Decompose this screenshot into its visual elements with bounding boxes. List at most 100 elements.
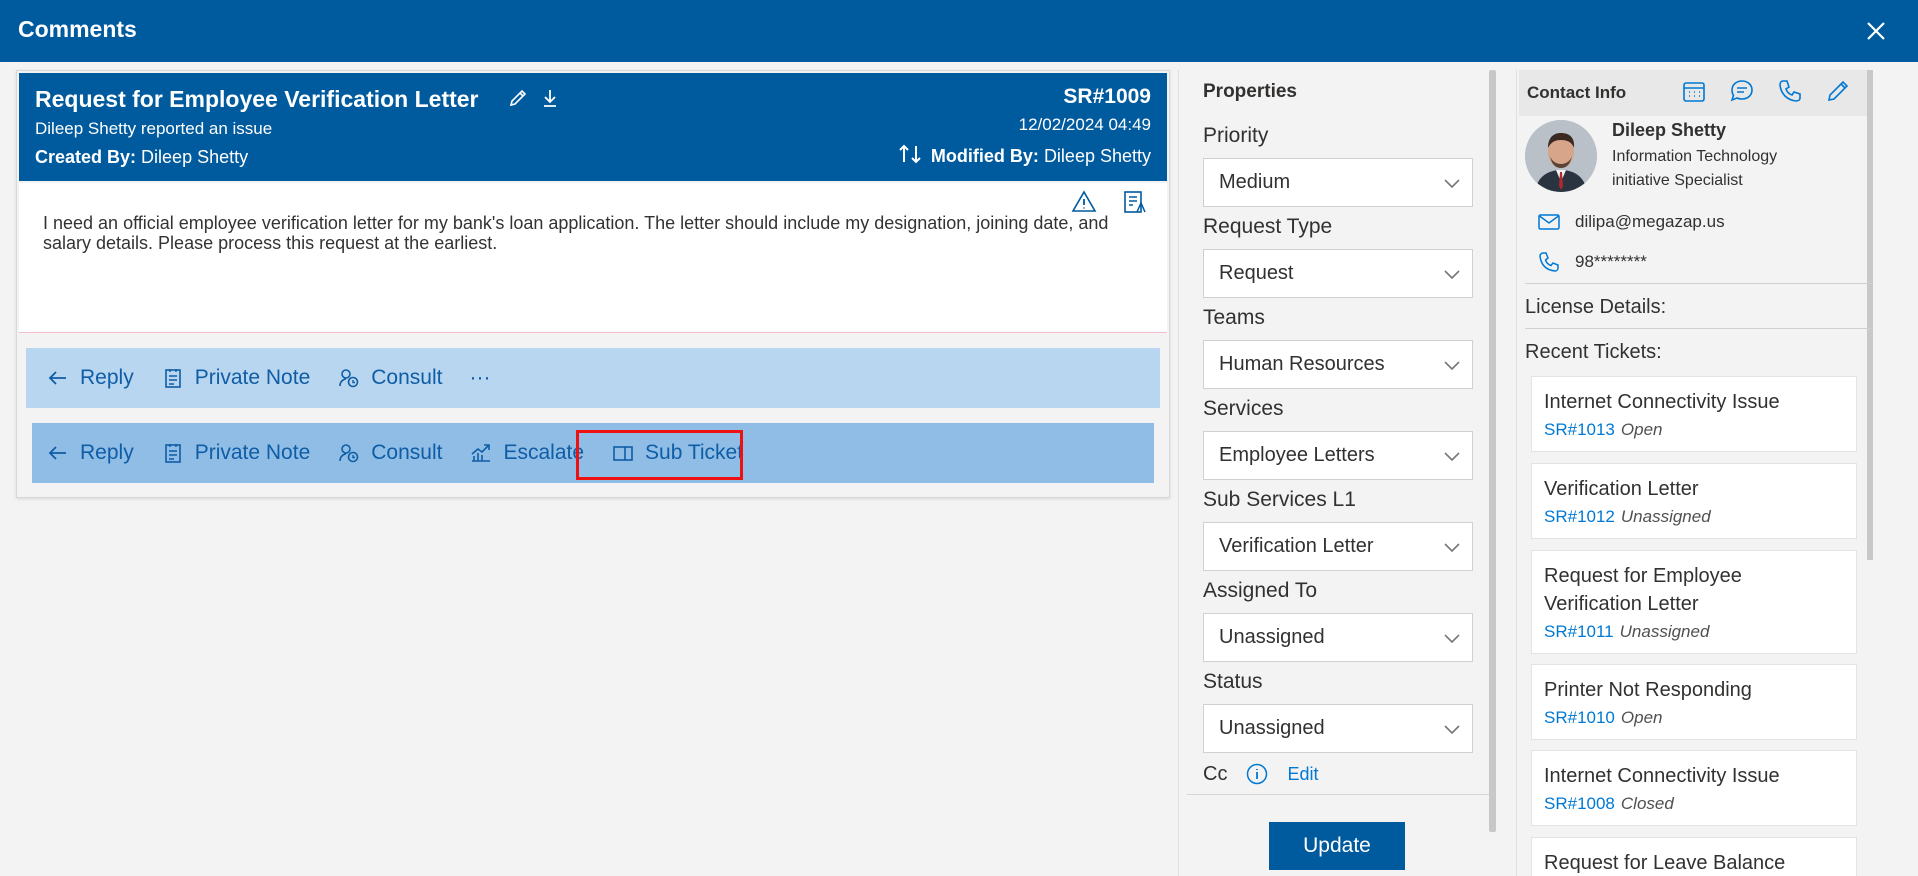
assigned-to-select[interactable]: Unassigned — [1203, 613, 1473, 662]
chevron-down-icon — [1444, 452, 1460, 462]
warning-icon[interactable] — [1071, 189, 1097, 215]
update-button[interactable]: Update — [1269, 822, 1405, 870]
recent-ticket-title: Printer Not Responding — [1544, 679, 1752, 701]
escalate-icon — [471, 444, 491, 462]
recent-ticket-number[interactable]: SR#1011 — [1544, 622, 1614, 641]
contact-email-row: dilipa@megazap.us — [1537, 210, 1725, 234]
priority-label: Priority — [1203, 124, 1269, 147]
phone-icon[interactable] — [1777, 78, 1803, 104]
recent-ticket-number[interactable]: SR#1010 — [1544, 708, 1615, 727]
priority-select[interactable]: Medium — [1203, 158, 1473, 207]
escalate-button[interactable]: Escalate — [469, 441, 584, 465]
recent-ticket-card[interactable]: Internet Connectivity Issue SR#1008 Close… — [1531, 750, 1857, 826]
chevron-down-icon — [1444, 543, 1460, 553]
reply-button[interactable]: Reply — [46, 441, 134, 465]
dialog-header: Comments — [0, 0, 1918, 62]
recent-ticket-number[interactable]: SR#1012 — [1544, 507, 1615, 526]
edit-icon[interactable] — [507, 87, 529, 109]
sub-services-select[interactable]: Verification Letter — [1203, 522, 1473, 571]
reply-button[interactable]: Reply — [46, 366, 134, 390]
note-icon — [164, 444, 181, 463]
chevron-down-icon — [1444, 361, 1460, 371]
teams-label: Teams — [1203, 306, 1265, 329]
request-type-select[interactable]: Request — [1203, 249, 1473, 298]
consult-button[interactable]: Consult — [337, 441, 442, 465]
properties-scrollbar[interactable] — [1489, 70, 1496, 832]
contact-scrollbar[interactable] — [1867, 70, 1873, 560]
arrow-left-icon — [48, 446, 66, 460]
private-note-label: Private Note — [194, 441, 311, 464]
recent-ticket-number[interactable]: SR#1008 — [1544, 794, 1615, 813]
escalate-label: Escalate — [503, 441, 585, 464]
recent-ticket-card[interactable]: Internet Connectivity Issue SR#1013 Open — [1531, 376, 1857, 452]
contact-role: Information Technology initiative Specia… — [1612, 148, 1778, 189]
recent-ticket-card[interactable]: Printer Not Responding SR#1010 Open — [1531, 664, 1857, 740]
recent-ticket-number[interactable]: SR#1013 — [1544, 420, 1615, 439]
sub-services-label: Sub Services L1 — [1203, 488, 1356, 511]
dialog-title: Comments — [18, 16, 137, 42]
divider — [1525, 283, 1871, 284]
chat-icon[interactable] — [1729, 78, 1755, 104]
chevron-down-icon — [1444, 270, 1460, 280]
ticket-number: SR#1009 — [1063, 85, 1151, 108]
private-note-button[interactable]: Private Note — [161, 366, 311, 390]
teams-select[interactable]: Human Resources — [1203, 340, 1473, 389]
cc-edit-link[interactable]: Edit — [1287, 764, 1318, 785]
contact-phone: 98******** — [1575, 252, 1647, 271]
recent-ticket-status: Open — [1620, 420, 1663, 439]
sort-arrows-icon[interactable] — [897, 143, 923, 170]
sub-ticket-label: Sub Ticket — [645, 441, 744, 464]
reply-label: Reply — [80, 441, 134, 464]
services-select[interactable]: Employee Letters — [1203, 431, 1473, 480]
more-actions-button[interactable]: ··· — [469, 366, 490, 390]
private-note-label: Private Note — [194, 366, 311, 389]
recent-ticket-title: Internet Connectivity Issue — [1544, 391, 1780, 413]
arrow-left-icon — [48, 371, 66, 385]
services-label: Services — [1203, 397, 1284, 420]
sub-ticket-button[interactable]: Sub Ticket — [611, 441, 743, 465]
mail-icon — [1538, 214, 1560, 230]
recent-ticket-title: Verification Letter — [1544, 478, 1699, 500]
contact-heading: Contact Info — [1527, 83, 1627, 102]
contact-panel: Contact Info Dileep Shetty Information T… — [1516, 70, 1874, 876]
ticket-date: 12/02/2024 04:49 — [1018, 115, 1151, 134]
request-type-label: Request Type — [1203, 215, 1333, 238]
recent-ticket-title: Request for Employee Verification Letter — [1544, 565, 1742, 615]
sub-services-value: Verification Letter — [1219, 535, 1374, 557]
download-icon[interactable] — [539, 87, 561, 109]
chevron-down-icon — [1444, 179, 1460, 189]
contact-email[interactable]: dilipa@megazap.us — [1575, 212, 1725, 232]
ticket-title: Request for Employee Verification Letter — [35, 86, 479, 112]
contact-name: Dileep Shetty — [1612, 120, 1727, 140]
info-icon[interactable] — [1245, 762, 1269, 786]
status-select[interactable]: Unassigned — [1203, 704, 1473, 753]
recent-ticket-card[interactable]: Request for Leave Balance — [1531, 837, 1857, 876]
status-value: Unassigned — [1219, 717, 1325, 739]
cc-row: Cc Edit — [1203, 762, 1318, 786]
consult-icon — [339, 369, 359, 388]
consult-button[interactable]: Consult — [337, 366, 442, 390]
license-details-label: License Details: — [1525, 296, 1667, 318]
contact-phone-row: 98******** — [1537, 250, 1647, 274]
edit-icon[interactable] — [1825, 78, 1851, 104]
close-icon[interactable] — [1862, 17, 1890, 45]
recent-ticket-status: Open — [1620, 708, 1663, 727]
reported-text: Dileep Shetty reported an issue — [35, 119, 273, 138]
ticket-description-area: I need an official employee verification… — [19, 183, 1167, 333]
properties-panel: Properties Priority Medium Request Type … — [1178, 70, 1498, 876]
recent-tickets-label: Recent Tickets: — [1525, 341, 1662, 363]
created-by-value: Dileep Shetty — [141, 147, 249, 167]
divider — [1525, 328, 1871, 329]
divider — [1187, 794, 1489, 795]
ai-summary-icon[interactable] — [1121, 189, 1147, 215]
calendar-icon[interactable] — [1681, 78, 1707, 104]
expanded-action-bar: Reply Private Note Consult Escalate Sub … — [32, 423, 1154, 483]
services-value: Employee Letters — [1219, 444, 1375, 466]
assigned-to-label: Assigned To — [1203, 579, 1318, 602]
recent-ticket-card[interactable]: Request for Employee Verification Letter… — [1531, 550, 1857, 654]
recent-ticket-status: Closed — [1620, 794, 1674, 813]
ticket-description: I need an official employee verification… — [43, 213, 1109, 253]
private-note-button[interactable]: Private Note — [161, 441, 311, 465]
properties-heading: Properties — [1203, 81, 1297, 102]
recent-ticket-card[interactable]: Verification Letter SR#1012 Unassigned — [1531, 463, 1857, 539]
